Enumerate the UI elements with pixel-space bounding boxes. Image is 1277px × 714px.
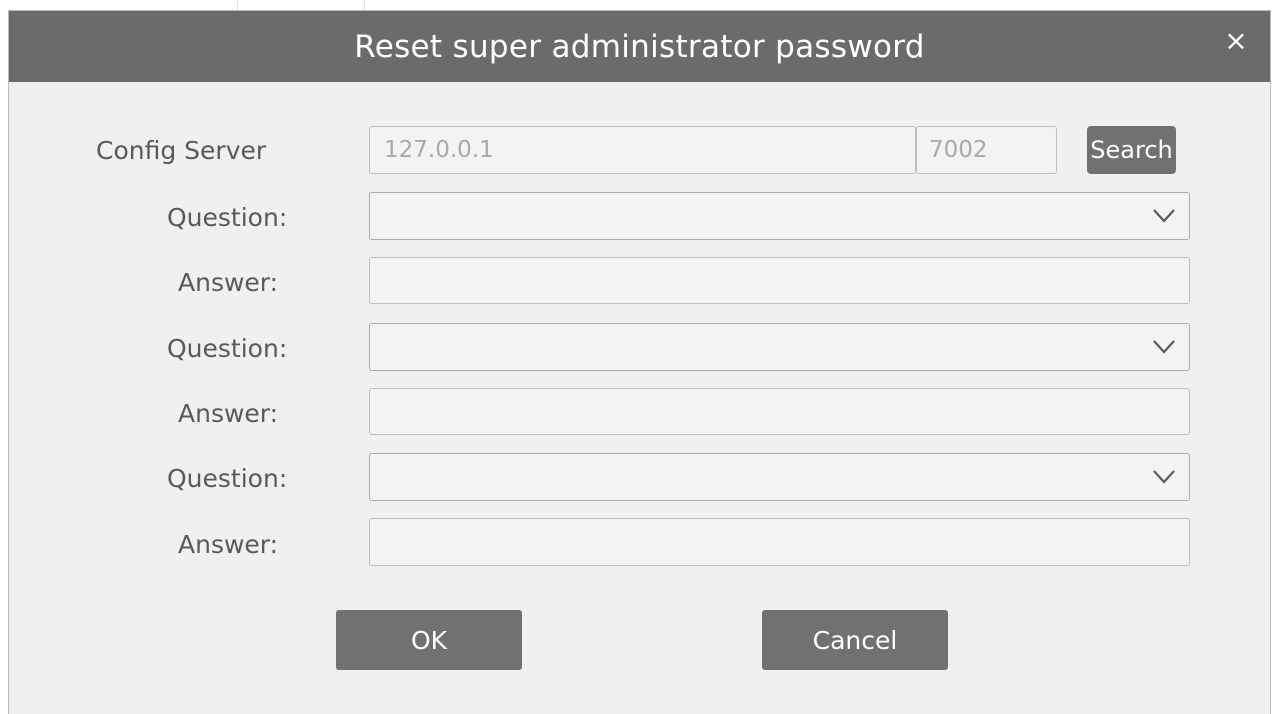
question-1-select[interactable] xyxy=(369,192,1190,240)
search-button[interactable]: Search xyxy=(1087,126,1176,174)
dialog-titlebar: Reset super administrator password × xyxy=(9,11,1270,82)
answer-3-field[interactable] xyxy=(369,518,1190,566)
close-icon[interactable]: × xyxy=(1224,27,1248,55)
question-label: Question: xyxy=(167,203,288,232)
answer-2-field[interactable] xyxy=(369,388,1190,435)
answer-label: Answer: xyxy=(178,399,279,428)
question-3-select[interactable] xyxy=(369,453,1190,501)
reset-password-dialog: Reset super administrator password × Con… xyxy=(8,10,1271,714)
question-label: Question: xyxy=(167,334,288,363)
ok-button[interactable]: OK xyxy=(336,610,522,670)
chevron-down-icon xyxy=(1153,340,1175,354)
cancel-button[interactable]: Cancel xyxy=(762,610,948,670)
question-2-select[interactable] xyxy=(369,323,1190,371)
config-server-label: Config Server xyxy=(96,136,267,165)
question-label: Question: xyxy=(167,464,288,493)
server-port-field[interactable]: 7002 xyxy=(916,126,1057,174)
chevron-down-icon xyxy=(1153,470,1175,484)
dialog-title: Reset super administrator password xyxy=(354,29,925,65)
chevron-down-icon xyxy=(1153,209,1175,223)
answer-label: Answer: xyxy=(178,268,279,297)
answer-label: Answer: xyxy=(178,530,279,559)
answer-1-field[interactable] xyxy=(369,257,1190,304)
server-ip-field[interactable]: 127.0.0.1 xyxy=(369,126,916,174)
